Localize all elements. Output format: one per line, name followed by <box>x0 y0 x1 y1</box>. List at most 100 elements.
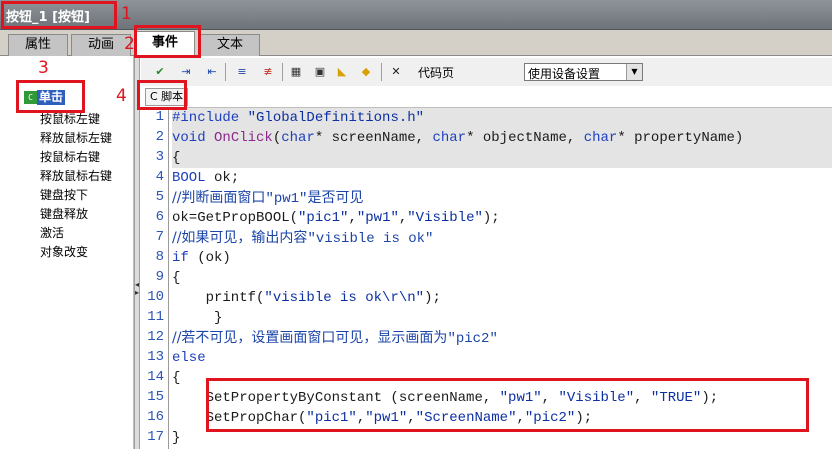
code-token: ( <box>272 130 282 146</box>
code-token: OnClick <box>214 130 273 146</box>
line-number: 10 <box>147 289 164 305</box>
line-number: 11 <box>147 309 164 325</box>
code-line-14: { <box>172 370 181 386</box>
annotation-box-click-event <box>16 80 85 113</box>
tree-item-right-mouse-up[interactable]: 释放鼠标右键 <box>40 167 112 186</box>
editor-toolbar: ✔ ⇥ ⇤ ≡ ≢ ▦ ▣ ◣ ◆ ✕ 代码页 使用设备设置 ▼ <box>141 58 832 86</box>
line-number: 13 <box>147 349 164 365</box>
code-line-7: //如果可见，输出内容"visible is ok" <box>172 228 433 248</box>
tree-item-key-up[interactable]: 键盘释放 <box>40 205 112 224</box>
line-number: 16 <box>147 409 164 425</box>
code-line-6: ok=GetPropBOOL("pic1","pw1","Visible"); <box>172 208 500 228</box>
tree-item-object-change[interactable]: 对象改变 <box>40 243 112 262</box>
code-token: ok; <box>205 170 240 186</box>
code-comment: 是否可见 <box>307 190 364 206</box>
code-line-10: printf("visible is ok\r\n"); <box>172 288 441 308</box>
line-number: 4 <box>155 169 164 185</box>
annotation-number-4: 4 <box>116 86 127 106</box>
close-icon[interactable]: ✕ <box>387 63 405 81</box>
code-line-17: } <box>172 430 181 446</box>
toolbar-separator <box>225 63 226 81</box>
code-token: ok=GetPropBOOL( <box>172 210 299 226</box>
code-token: if <box>172 250 189 266</box>
code-token: BOOL <box>172 170 206 186</box>
outdent-icon[interactable]: ⇤ <box>203 63 221 81</box>
annotation-box-code-lines <box>206 378 809 432</box>
tree-item-activate[interactable]: 激活 <box>40 224 112 243</box>
code-token: ); <box>424 290 441 306</box>
check-compile-icon[interactable]: ✔ <box>151 63 169 81</box>
comment-icon[interactable]: ≡ <box>233 63 251 81</box>
event-tree-panel: C 单击 按鼠标左键 释放鼠标左键 按鼠标右键 释放鼠标右键 键盘按下 键盘释放 … <box>0 56 134 449</box>
annotation-number-1: 1 <box>121 4 132 24</box>
picture-select-icon[interactable]: ▣ <box>311 63 329 81</box>
line-number-gutter: 1 2 3 4 5 6 7 8 9 10 11 12 13 14 15 16 1… <box>141 108 169 449</box>
tab-text[interactable]: 文本 <box>200 34 260 56</box>
code-comment: //如果可见，输出内容 <box>172 230 308 246</box>
code-line-11: } <box>172 310 223 326</box>
toolbar-separator <box>282 63 283 81</box>
code-comment: "pic2" <box>447 331 498 347</box>
chevron-down-icon[interactable]: ▼ <box>626 64 642 80</box>
code-comment: "pw1" <box>265 191 308 207</box>
code-line-9: { <box>172 270 181 286</box>
code-string: "pic1" <box>298 210 349 226</box>
codepage-select-value: 使用设备设置 <box>528 67 601 81</box>
code-token: "GlobalDefinitions.h" <box>247 110 425 126</box>
code-comment: //若不可见，设置画面窗口可见，显示画面为 <box>172 330 448 346</box>
annotation-number-2: 2 <box>124 34 135 54</box>
code-string: "Visible" <box>407 210 483 226</box>
line-number: 9 <box>155 269 164 285</box>
event-list: 按鼠标左键 释放鼠标左键 按鼠标右键 释放鼠标右键 键盘按下 键盘释放 激活 对… <box>40 110 112 262</box>
line-number: 15 <box>147 389 164 405</box>
tab-animation[interactable]: 动画 <box>71 34 131 56</box>
tree-item-key-down[interactable]: 键盘按下 <box>40 186 112 205</box>
code-line-1: #include "GlobalDefinitions.h" <box>172 108 832 128</box>
code-comment: //判断画面窗口 <box>172 190 266 206</box>
function-icon[interactable]: ◣ <box>333 63 351 81</box>
line-number: 3 <box>155 149 164 165</box>
indent-icon[interactable]: ⇥ <box>177 63 195 81</box>
annotation-box-events-tab <box>134 25 201 58</box>
code-line-8: if (ok) <box>172 248 231 268</box>
code-token: char <box>583 130 618 146</box>
line-number: 2 <box>155 129 164 145</box>
toolbar-separator <box>381 63 382 81</box>
line-number: 12 <box>147 329 164 345</box>
code-line-3: { <box>172 148 832 168</box>
line-number: 17 <box>147 429 164 445</box>
line-number: 6 <box>155 209 164 225</box>
line-number: 8 <box>155 249 164 265</box>
line-number: 14 <box>147 369 164 385</box>
code-line-2: void OnClick(char* screenName, char* obj… <box>172 128 832 148</box>
splitter-right-arrow-icon[interactable]: ▸ <box>135 288 139 297</box>
code-line-12: //若不可见，设置画面窗口可见，显示画面为"pic2" <box>172 328 498 348</box>
tag-select-icon[interactable]: ▦ <box>287 63 305 81</box>
uncomment-icon[interactable]: ≢ <box>259 63 277 81</box>
code-token: (ok) <box>188 250 231 266</box>
code-token: ); <box>482 210 500 226</box>
panel-splitter[interactable]: ◂ ▸ <box>134 56 140 449</box>
code-line-4: BOOL ok; <box>172 168 239 188</box>
tree-item-left-mouse-up[interactable]: 释放鼠标左键 <box>40 129 112 148</box>
code-token: void <box>172 130 215 146</box>
tab-properties[interactable]: 属性 <box>8 34 68 56</box>
annotation-number-3: 3 <box>38 58 49 78</box>
code-token: char <box>281 130 315 146</box>
code-string: "visible is ok\r\n" <box>264 290 425 306</box>
code-token: * objectName, <box>466 130 584 146</box>
codepage-select[interactable]: 使用设备设置 ▼ <box>524 63 643 81</box>
code-token: * propertyName) <box>617 130 744 146</box>
line-number: 5 <box>155 189 164 205</box>
code-token: printf( <box>172 290 265 306</box>
object-icon[interactable]: ◆ <box>357 63 375 81</box>
annotation-box-title <box>1 1 117 29</box>
code-token: , <box>348 210 357 226</box>
code-token: #include <box>172 110 248 126</box>
code-token: char <box>432 130 467 146</box>
code-line-5: //判断画面窗口"pw1"是否可见 <box>172 188 363 208</box>
tree-item-right-mouse-down[interactable]: 按鼠标右键 <box>40 148 112 167</box>
line-number: 7 <box>155 229 164 245</box>
code-string: "pw1" <box>356 210 399 226</box>
code-comment: "visible is ok" <box>307 231 434 247</box>
